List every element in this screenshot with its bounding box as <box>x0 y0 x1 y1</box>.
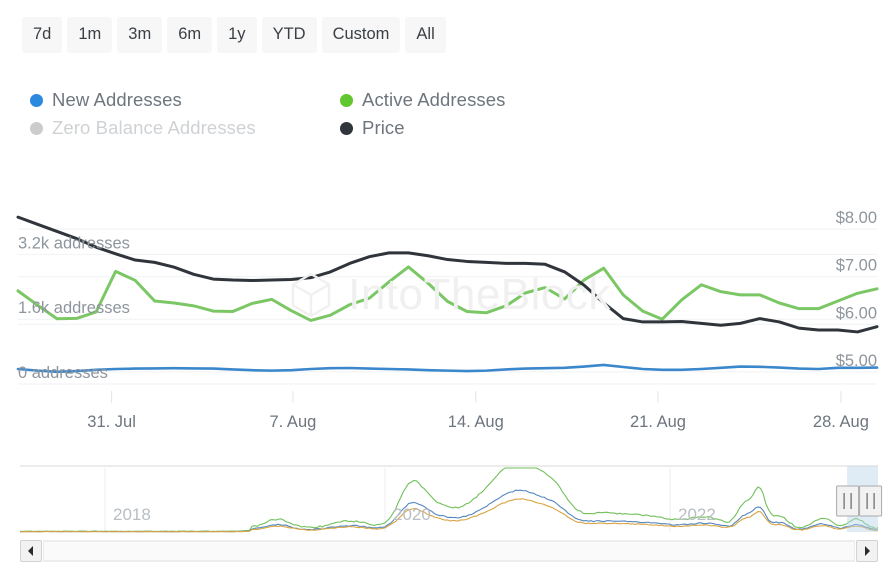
legend-item-new-addresses[interactable]: New Addresses <box>30 89 340 111</box>
series-group <box>16 215 879 374</box>
legend-label-zero-balance-addresses: Zero Balance Addresses <box>52 117 256 138</box>
scrollbar-thumb[interactable] <box>43 541 855 561</box>
range-button-7d[interactable]: 7d <box>22 17 63 53</box>
legend-row-1: New Addresses Active Addresses <box>30 86 650 114</box>
y-axis-right-tick: $5.00 <box>836 352 877 370</box>
y-axis-right-tick: $8.00 <box>836 209 877 227</box>
legend-row-2: Zero Balance Addresses Price <box>30 114 650 142</box>
navigator-svg: 2018 2020 2022 <box>19 465 883 533</box>
legend-dot-icon-price <box>340 121 353 135</box>
navigator-handles[interactable] <box>836 485 883 517</box>
navigator-year-label: 2020 <box>393 505 431 524</box>
y-axis-left-tick: 1.6k addresses <box>18 299 130 317</box>
legend-item-price[interactable]: Price <box>340 117 405 139</box>
range-button-1y[interactable]: 1y <box>217 17 257 53</box>
navigator-handle-right[interactable] <box>859 485 883 517</box>
navigator-year-label: 2022 <box>678 505 716 524</box>
x-axis-tick: 31. Jul <box>87 413 136 431</box>
legend-dot-icon-new-addresses <box>30 93 43 107</box>
x-axis-tick: 14. Aug <box>448 413 504 431</box>
y-axis-right-tick: $7.00 <box>836 257 877 275</box>
range-button-3m[interactable]: 3m <box>117 17 163 53</box>
range-selector: 7d 1m 3m 6m 1y YTD Custom All <box>22 17 446 53</box>
main-chart-plot[interactable]: 0 addresses 1.6k addresses 3.2k addresses … <box>0 195 895 445</box>
scroll-left-button[interactable] <box>20 540 42 562</box>
range-button-6m[interactable]: 6m <box>167 17 213 53</box>
series-line-new-addresses <box>16 363 879 374</box>
x-axis-tick: 21. Aug <box>630 413 686 431</box>
legend-dot-icon-active-addresses <box>340 93 353 107</box>
y-axis-right-tick: $6.00 <box>836 304 877 322</box>
x-axis-tick: 28. Aug <box>813 413 869 431</box>
range-button-all[interactable]: All <box>405 17 446 53</box>
range-button-custom[interactable]: Custom <box>321 17 401 53</box>
chevron-left-icon <box>28 546 33 556</box>
series-line-price <box>16 215 879 334</box>
legend-label-price: Price <box>362 117 405 138</box>
legend-label-active-addresses: Active Addresses <box>362 89 506 110</box>
scrollbar-track[interactable] <box>43 540 855 562</box>
legend-item-zero-balance-addresses[interactable]: Zero Balance Addresses <box>30 117 340 139</box>
x-axis-labels: 31. Jul 7. Aug 14. Aug 21. Aug 28. Aug <box>87 391 869 431</box>
y-axis-left-tick: 0 addresses <box>18 364 108 382</box>
navigator-handle-left[interactable] <box>836 485 860 517</box>
y-axis-left-labels: 0 addresses 1.6k addresses 3.2k addresses <box>18 234 130 382</box>
navigator-year-label: 2018 <box>113 505 151 524</box>
y-axis-left-tick: 3.2k addresses <box>18 234 130 252</box>
legend-label-new-addresses: New Addresses <box>52 89 182 110</box>
gridlines-group <box>18 228 877 385</box>
legend-dot-icon-zero-balance-addresses <box>30 121 43 135</box>
scroll-right-button[interactable] <box>856 540 878 562</box>
chart-legend: New Addresses Active Addresses Zero Bala… <box>30 86 650 142</box>
main-chart-svg: 0 addresses1.6k addresses3.2k addresses … <box>16 209 879 431</box>
navigator-gridlines <box>104 468 671 532</box>
series-line-active-addresses <box>16 265 879 322</box>
range-button-ytd[interactable]: YTD <box>261 17 317 53</box>
range-button-1m[interactable]: 1m <box>67 17 113 53</box>
chevron-right-icon <box>865 546 870 556</box>
x-axis-tick: 7. Aug <box>270 413 317 431</box>
legend-item-active-addresses[interactable]: Active Addresses <box>340 89 506 111</box>
navigator[interactable]: 2018 2020 2022 <box>0 462 895 542</box>
navigator-scrollbar[interactable] <box>20 540 878 562</box>
